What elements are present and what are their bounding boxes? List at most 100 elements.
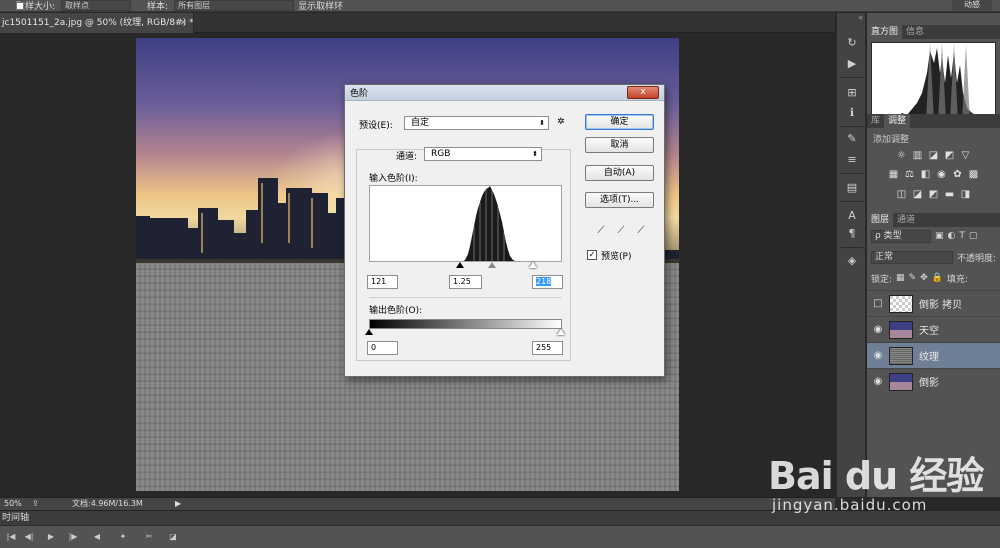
character-icon[interactable]: A [844,208,860,224]
filter-shape-icon[interactable]: ▢ [969,231,978,241]
eye-icon[interactable]: ◉ [867,324,889,335]
input-gamma-field[interactable]: 1.25 [449,275,482,289]
layer-row[interactable]: ◉ 天空 [867,316,1000,342]
input-white-slider[interactable] [529,262,537,268]
filter-adjust-icon[interactable]: ◐ [948,231,956,241]
prev-frame-icon[interactable]: ◀| [22,531,36,543]
tab-histogram[interactable]: 直方图 [867,25,903,39]
threshold-icon[interactable]: ◩ [927,188,940,201]
lock-pixels-icon[interactable]: ▦ [896,273,905,283]
tab-adjustments[interactable]: 调整 [884,114,911,128]
close-tab-icon[interactable]: × [179,13,187,33]
eye-icon[interactable]: ◉ [867,350,889,361]
auto-button[interactable]: 自动(A) [585,165,654,181]
layer-name: 纹理 [919,352,939,363]
workspace-motion-button[interactable]: 动感 [952,0,992,11]
black-white-icon[interactable]: ◧ [919,168,932,181]
preset-gear-icon[interactable]: ✲ [557,117,565,127]
show-ring-checkbox[interactable] [16,1,24,10]
play-icon[interactable]: ▶ [44,531,58,543]
lock-all-icon[interactable]: 🔒 [932,273,943,283]
lock-paint-icon[interactable]: ✎ [909,273,917,283]
input-black-slider[interactable] [456,262,464,268]
layer-row[interactable]: □ 倒影 拷贝 [867,290,1000,316]
lock-move-icon[interactable]: ✥ [920,273,928,283]
filter-pixel-icon[interactable]: ▣ [935,231,944,241]
gradient-map-icon[interactable]: ▬ [943,188,956,201]
output-black-field[interactable]: 0 [367,341,398,355]
layer-kind-filter[interactable]: ρ 类型 [871,229,931,243]
properties-icon[interactable]: ⊞ [844,85,860,101]
preview-checkbox[interactable]: ✓ [587,250,597,260]
ok-button[interactable]: 确定 [585,114,654,130]
color-balance-icon[interactable]: ⚖ [903,168,916,181]
input-black-field[interactable]: 121 [367,275,398,289]
transition-icon[interactable]: ◪ [166,531,180,543]
levels-icon[interactable]: ▥ [911,149,924,162]
filter-type-icon[interactable]: T [959,231,965,241]
share-icon[interactable]: ⇪ [32,498,39,510]
split-icon[interactable]: ✂ [142,531,156,543]
brightness-icon[interactable]: ☼ [895,149,908,162]
clone-source-icon[interactable]: ▤ [844,180,860,196]
channel-select[interactable]: RGB ⬍ [424,147,542,161]
tab-layers[interactable]: 图层 [867,213,894,227]
first-frame-icon[interactable]: |◀ [4,531,18,543]
output-white-field[interactable]: 255 [532,341,563,355]
output-white-value: 255 [536,343,552,352]
collapse-panels-icon[interactable]: « [858,13,863,22]
layer-row[interactable]: ◉ 倒影 [867,368,1000,394]
color-lookup-icon[interactable]: ▩ [967,168,980,181]
input-white-field[interactable]: 218 [532,275,563,289]
visibility-off-icon[interactable]: □ [867,298,889,309]
history-icon[interactable]: ↻ [844,35,860,51]
lock-label: 锁定: [871,274,893,285]
layer-row-selected[interactable]: ◉ 纹理 [867,342,1000,368]
gray-eyedropper-icon[interactable]: ⟋ [614,224,628,238]
posterize-icon[interactable]: ◪ [911,188,924,201]
3d-icon[interactable]: ◈ [844,253,860,269]
audio-icon[interactable]: ◀ [90,531,104,543]
info-icon[interactable]: ℹ [844,105,860,121]
brush-settings-icon[interactable]: ≡ [844,152,860,168]
input-gamma-slider[interactable] [488,262,496,268]
options-button[interactable]: 选项(T)... [585,192,654,208]
sample-select[interactable]: 所有图层 [174,0,295,11]
curves-icon[interactable]: ◪ [927,149,940,162]
preset-value: 自定 [411,118,430,128]
close-icon[interactable]: x [627,86,659,99]
tab-info[interactable]: 信息 [902,25,928,39]
dialog-title-bar[interactable]: 色阶 x [345,85,664,101]
preset-select[interactable]: 自定 ⬍ [404,116,549,130]
status-menu-arrow-icon[interactable]: ▶ [175,498,181,510]
photo-filter-icon[interactable]: ◉ [935,168,948,181]
output-black-slider[interactable] [365,329,373,335]
brush-icon[interactable]: ✎ [844,131,860,147]
document-tab[interactable]: jc1501151_2a.jpg @ 50% (纹理, RGB/8#) * × [0,13,194,33]
blend-mode-select[interactable]: 正常 [871,250,953,264]
sample-size-select[interactable]: 取样点 [61,0,132,11]
layer-thumbnail [889,372,913,391]
paragraph-icon[interactable]: ¶ [844,226,860,242]
output-gradient [369,319,562,329]
selective-color-icon[interactable]: ◨ [959,188,972,201]
invert-icon[interactable]: ◫ [895,188,908,201]
black-eyedropper-icon[interactable]: ⟋ [594,224,608,238]
preset-label: 预设(E): [359,121,393,131]
white-eyedropper-icon[interactable]: ⟋ [634,224,648,238]
cancel-button[interactable]: 取消 [585,137,654,153]
next-frame-icon[interactable]: |▶ [66,531,80,543]
actions-play-icon[interactable]: ▶ [844,56,860,72]
vibrance-icon[interactable]: ▽ [959,149,972,162]
zoom-level[interactable]: 50% [4,498,22,510]
exposure-icon[interactable]: ◩ [943,149,956,162]
output-white-slider[interactable] [557,329,565,335]
hue-saturation-icon[interactable]: ▦ [887,168,900,181]
input-black-value: 121 [371,277,387,286]
settings-icon[interactable]: ✦ [116,531,130,543]
sample-label: 样本: [147,2,169,12]
tab-channels[interactable]: 通道 [893,213,919,227]
eye-icon[interactable]: ◉ [867,376,889,387]
channel-mixer-icon[interactable]: ✿ [951,168,964,181]
tab-library[interactable]: 库 [867,114,884,128]
